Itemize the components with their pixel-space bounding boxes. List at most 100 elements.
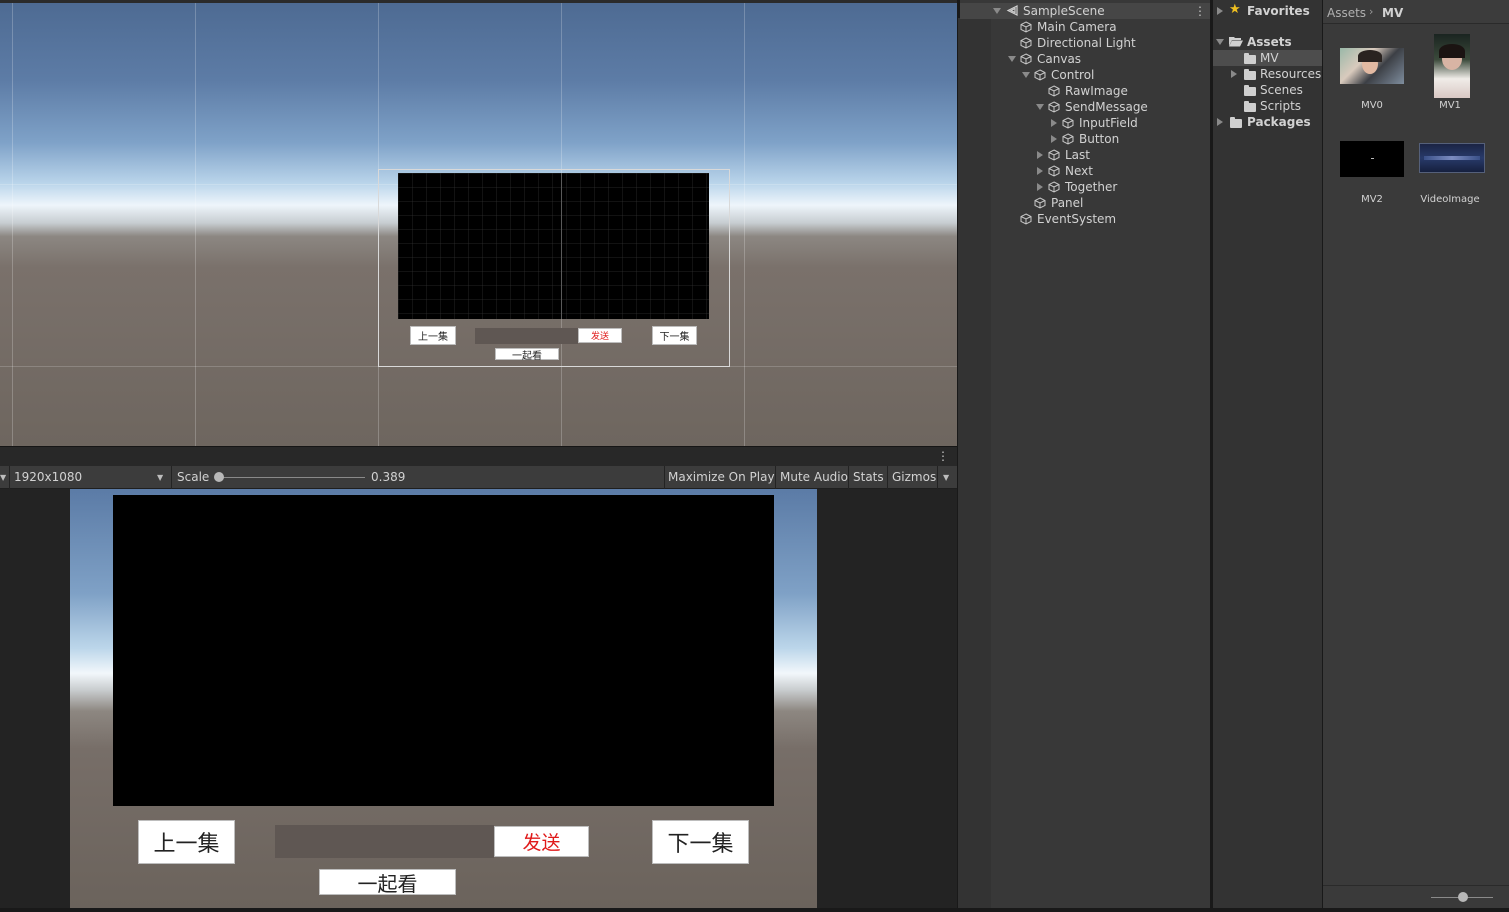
asset-thumbnail-videoimage[interactable] bbox=[1419, 143, 1485, 173]
fold-open-icon[interactable] bbox=[1022, 72, 1030, 78]
prev-episode-button[interactable]: 上一集 bbox=[138, 820, 235, 864]
scene-name[interactable]: SampleScene bbox=[1023, 3, 1105, 19]
star-icon: ★ bbox=[1229, 2, 1241, 17]
folder-scripts[interactable]: Scripts bbox=[1260, 98, 1301, 114]
game-tab-bar: ⋮ bbox=[0, 446, 957, 466]
gameobject-cube-icon bbox=[1048, 85, 1060, 97]
hierarchy-item-together[interactable]: Together bbox=[1065, 179, 1117, 195]
fold-closed-icon[interactable] bbox=[1037, 183, 1043, 191]
favorites-item[interactable]: Favorites bbox=[1247, 3, 1310, 19]
more-options-icon[interactable]: ⋮ bbox=[937, 449, 949, 463]
fold-open-icon[interactable] bbox=[993, 8, 1001, 14]
asset-label-mv1: MV1 bbox=[1439, 100, 1461, 111]
gameobject-cube-icon bbox=[1048, 181, 1060, 193]
resolution-dropdown[interactable]: 1920x1080 bbox=[14, 466, 82, 489]
mute-audio-toggle[interactable]: Mute Audio bbox=[780, 466, 848, 489]
hierarchy-item-canvas[interactable]: Canvas bbox=[1037, 51, 1081, 67]
chevron-down-icon[interactable]: ▼ bbox=[157, 466, 163, 489]
fold-closed-icon[interactable] bbox=[1217, 118, 1223, 126]
folder-icon bbox=[1244, 69, 1256, 80]
scale-value: 0.389 bbox=[371, 470, 406, 484]
scale-slider-thumb[interactable] bbox=[214, 472, 224, 482]
project-folder-tree bbox=[1211, 0, 1322, 912]
next-episode-button[interactable]: 下一集 bbox=[652, 820, 749, 864]
hierarchy-item-rawimage[interactable]: RawImage bbox=[1065, 83, 1128, 99]
asset-thumbnail-mv1[interactable] bbox=[1434, 34, 1470, 98]
hierarchy-item-inputfield[interactable]: InputField bbox=[1079, 115, 1138, 131]
scene-menu-icon[interactable]: ⋮ bbox=[1194, 3, 1206, 19]
scene-grid-line bbox=[744, 0, 745, 446]
asset-thumbnail-mv0[interactable] bbox=[1340, 48, 1404, 84]
gameobject-cube-icon bbox=[1034, 69, 1046, 81]
packages-folder[interactable]: Packages bbox=[1247, 114, 1311, 130]
hierarchy-item-button[interactable]: Button bbox=[1079, 131, 1119, 147]
message-input[interactable] bbox=[275, 825, 494, 858]
scene-prev-button[interactable]: 上一集 bbox=[410, 326, 456, 345]
watch-together-button[interactable]: 一起看 bbox=[319, 869, 456, 896]
window-bottom-edge bbox=[0, 908, 1509, 912]
fold-open-icon[interactable] bbox=[1008, 56, 1016, 62]
fold-closed-icon[interactable] bbox=[1051, 135, 1057, 143]
asset-label-mv0: MV0 bbox=[1361, 100, 1383, 111]
project-asset-grid bbox=[1322, 0, 1509, 912]
folder-icon bbox=[1244, 53, 1256, 64]
game-toolbar: ▼ 1920x1080 ▼ Scale 0.389 Maximize On Pl… bbox=[0, 466, 957, 489]
gameobject-cube-icon bbox=[1062, 133, 1074, 145]
folder-mv[interactable]: MV bbox=[1260, 50, 1279, 66]
hierarchy-item-last[interactable]: Last bbox=[1065, 147, 1090, 163]
scene-center-line bbox=[561, 173, 562, 319]
hierarchy-item-control[interactable]: Control bbox=[1051, 67, 1094, 83]
scale-label: Scale bbox=[177, 470, 210, 484]
stats-toggle[interactable]: Stats bbox=[853, 466, 884, 489]
gameobject-cube-icon bbox=[1020, 21, 1032, 33]
fold-open-icon[interactable] bbox=[1036, 104, 1044, 110]
gameobject-cube-icon bbox=[1048, 165, 1060, 177]
fold-closed-icon[interactable] bbox=[1231, 70, 1237, 78]
maximize-on-play-toggle[interactable]: Maximize On Play bbox=[668, 466, 775, 489]
hierarchy-item-sendmessage[interactable]: SendMessage bbox=[1065, 99, 1148, 115]
scene-video-rawimage[interactable] bbox=[398, 173, 709, 319]
fold-closed-icon[interactable] bbox=[1217, 7, 1223, 15]
display-dropdown-arrow-icon[interactable]: ▼ bbox=[0, 466, 6, 489]
scale-slider-track[interactable] bbox=[218, 477, 365, 478]
gameobject-cube-icon bbox=[1020, 53, 1032, 65]
open-folder-icon bbox=[1229, 37, 1243, 47]
fold-closed-icon[interactable] bbox=[1037, 167, 1043, 175]
folder-icon bbox=[1230, 117, 1242, 128]
breadcrumb-chevron-icon: › bbox=[1369, 5, 1374, 18]
icon-size-slider-thumb[interactable] bbox=[1458, 892, 1468, 902]
game-video-rawimage[interactable] bbox=[113, 495, 774, 806]
breadcrumb-mv[interactable]: MV bbox=[1382, 5, 1403, 21]
assets-folder[interactable]: Assets bbox=[1247, 34, 1292, 50]
scene-message-input[interactable] bbox=[475, 328, 578, 344]
fold-closed-icon[interactable] bbox=[1037, 151, 1043, 159]
gizmos-toggle[interactable]: Gizmos bbox=[892, 466, 936, 489]
scene-next-button[interactable]: 下一集 bbox=[652, 326, 697, 345]
asset-label-mv2: MV2 bbox=[1361, 194, 1383, 205]
hierarchy-item-panel[interactable]: Panel bbox=[1051, 195, 1083, 211]
hierarchy-item-directional-light[interactable]: Directional Light bbox=[1037, 35, 1136, 51]
gameobject-cube-icon bbox=[1048, 149, 1060, 161]
unity-scene-icon bbox=[1006, 5, 1018, 16]
asset-label-videoimage: VideoImage bbox=[1420, 194, 1480, 205]
fold-open-icon[interactable] bbox=[1216, 39, 1224, 45]
fold-closed-icon[interactable] bbox=[1051, 119, 1057, 127]
scene-toolbar-edge bbox=[0, 0, 957, 3]
scene-grid-line bbox=[12, 0, 13, 446]
send-button[interactable]: 发送 bbox=[494, 826, 589, 857]
folder-scenes[interactable]: Scenes bbox=[1260, 82, 1303, 98]
gameobject-cube-icon bbox=[1062, 117, 1074, 129]
scene-together-button[interactable]: 一起看 bbox=[495, 348, 559, 362]
gameobject-cube-icon bbox=[1048, 101, 1060, 113]
hierarchy-item-main-camera[interactable]: Main Camera bbox=[1037, 19, 1117, 35]
asset-thumbnail-mv2[interactable] bbox=[1340, 141, 1404, 177]
hierarchy-gutter bbox=[958, 18, 991, 908]
gameobject-cube-icon bbox=[1020, 37, 1032, 49]
hierarchy-item-next[interactable]: Next bbox=[1065, 163, 1093, 179]
folder-resources[interactable]: Resources bbox=[1260, 66, 1321, 82]
gameobject-cube-icon bbox=[1034, 197, 1046, 209]
hierarchy-item-eventsystem[interactable]: EventSystem bbox=[1037, 211, 1116, 227]
gizmos-dropdown-icon[interactable]: ▼ bbox=[943, 466, 949, 489]
scene-send-button[interactable]: 发送 bbox=[578, 328, 622, 343]
breadcrumb-assets[interactable]: Assets bbox=[1327, 5, 1366, 21]
